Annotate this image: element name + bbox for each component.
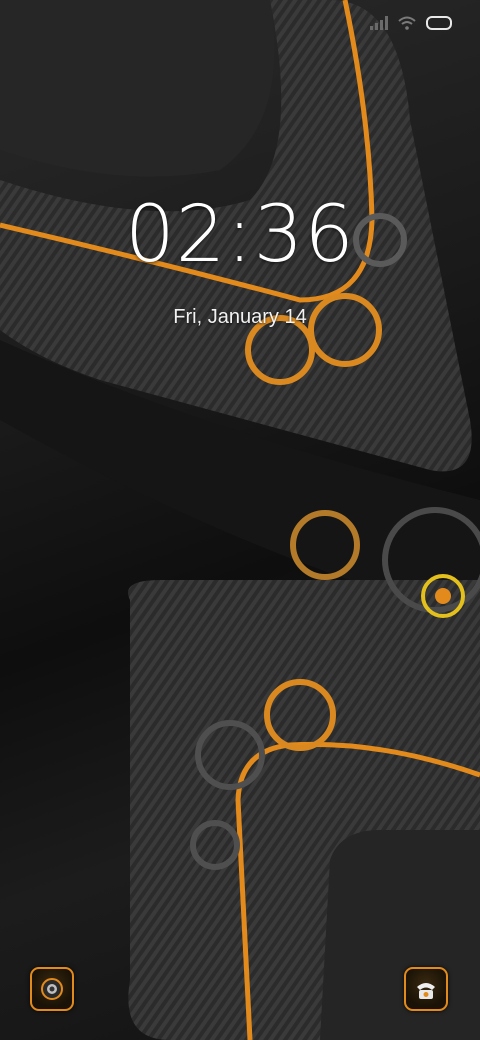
camera-shortcut-button[interactable] <box>30 967 74 1011</box>
clock: 02:36 <box>125 190 355 280</box>
lock-screen: 02:36 Fri, January 14 <box>0 0 480 1040</box>
camera-icon <box>41 978 63 1000</box>
wifi-icon <box>398 16 416 30</box>
signal-icon <box>370 16 388 30</box>
date: Fri, January 14 <box>173 306 307 328</box>
status-bar <box>370 16 454 30</box>
wallpaper <box>0 0 480 1040</box>
phone-shortcut-button[interactable] <box>404 967 448 1011</box>
phone-icon <box>417 983 435 999</box>
battery-icon <box>426 16 452 30</box>
